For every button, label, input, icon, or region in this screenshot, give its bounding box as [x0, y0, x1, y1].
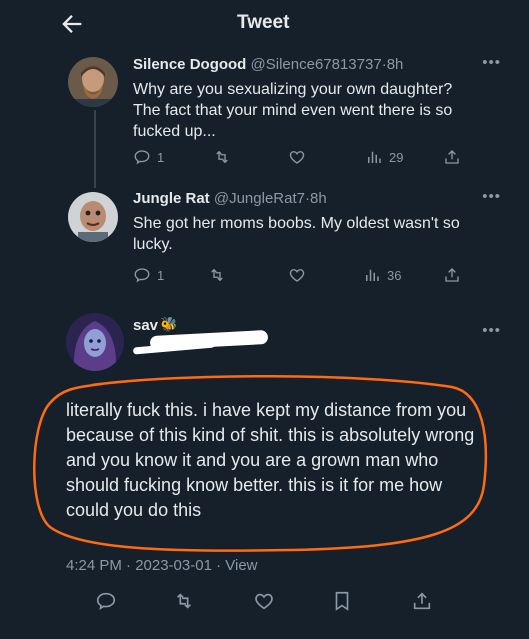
heart-icon: [289, 269, 305, 282]
author-name[interactable]: Jungle Rat: [133, 190, 210, 207]
tweet-actions: 1 36: [133, 264, 463, 286]
tweet-timestamp[interactable]: 4:24 PM · 2023-03-01 · View: [66, 557, 258, 574]
reply-button[interactable]: [95, 590, 117, 612]
tweet-meta: sav: [133, 317, 158, 334]
reply-icon: [134, 268, 150, 283]
views-button[interactable]: 36: [363, 264, 401, 286]
share-button[interactable]: [443, 264, 461, 286]
bookmark-button[interactable]: [331, 590, 353, 612]
reply-button[interactable]: 1: [133, 146, 164, 168]
retweet-button[interactable]: [173, 590, 195, 612]
retweet-icon: [216, 150, 228, 164]
reply-tweet[interactable]: Jungle Rat @JungleRat7·8h ••• She got he…: [0, 180, 529, 300]
share-button[interactable]: [443, 146, 461, 168]
thread-line: [94, 110, 96, 188]
tweet-meta: Jungle Rat @JungleRat7·8h: [133, 190, 327, 207]
author-handle[interactable]: @Silence67813737: [251, 56, 382, 73]
retweet-button[interactable]: [208, 264, 226, 286]
share-icon: [413, 592, 431, 610]
reply-button[interactable]: 1: [133, 264, 164, 286]
more-options-icon[interactable]: •••: [482, 322, 501, 339]
reply-count: 1: [157, 149, 165, 165]
bookmark-icon: [335, 591, 349, 611]
author-name[interactable]: Silence Dogood: [133, 56, 246, 73]
author-handle[interactable]: @JungleRat7: [214, 190, 305, 207]
tweet-text: Why are you sexualizing your own daughte…: [133, 81, 453, 140]
analytics-icon: [366, 269, 379, 281]
share-button[interactable]: [411, 590, 433, 612]
share-icon: [445, 150, 459, 164]
analytics-icon: [368, 151, 381, 163]
like-button[interactable]: [253, 590, 275, 612]
heart-icon: [255, 593, 273, 610]
page-title: Tweet: [237, 12, 290, 33]
tweet-time[interactable]: 8h: [310, 190, 327, 207]
like-button[interactable]: [288, 264, 306, 286]
like-button[interactable]: [288, 146, 306, 168]
reply-icon: [96, 592, 116, 611]
retweet-icon: [176, 593, 192, 609]
retweet-icon: [211, 268, 223, 282]
more-options-icon[interactable]: •••: [482, 188, 501, 205]
reply-tweet[interactable]: Silence Dogood @Silence67813737·8h ••• W…: [0, 48, 529, 188]
main-tweet-text: literally fuck this. i have kept my dist…: [66, 400, 475, 520]
views-count: 29: [389, 149, 404, 165]
avatar[interactable]: [66, 313, 124, 371]
views-count: 36: [387, 267, 402, 283]
share-icon: [445, 268, 459, 282]
more-options-icon[interactable]: •••: [482, 54, 501, 71]
avatar[interactable]: [68, 192, 118, 242]
back-arrow-icon[interactable]: [58, 10, 86, 38]
retweet-button[interactable]: [213, 146, 231, 168]
views-button[interactable]: 29: [365, 146, 403, 168]
tweet-meta: Silence Dogood @Silence67813737·8h: [133, 56, 403, 73]
heart-icon: [289, 151, 305, 164]
header: Tweet: [0, 0, 529, 48]
avatar[interactable]: [68, 57, 118, 107]
tweet-text: She got her moms boobs. My oldest wasn't…: [133, 215, 460, 253]
tweet-actions: 1 29: [133, 146, 463, 168]
tweet-time[interactable]: 8h: [387, 56, 404, 73]
reply-count: 1: [157, 267, 165, 283]
author-name[interactable]: sav: [133, 317, 158, 334]
bee-emoji: 🐝: [160, 316, 178, 332]
reply-icon: [134, 150, 150, 165]
main-tweet-actions: [95, 590, 435, 614]
